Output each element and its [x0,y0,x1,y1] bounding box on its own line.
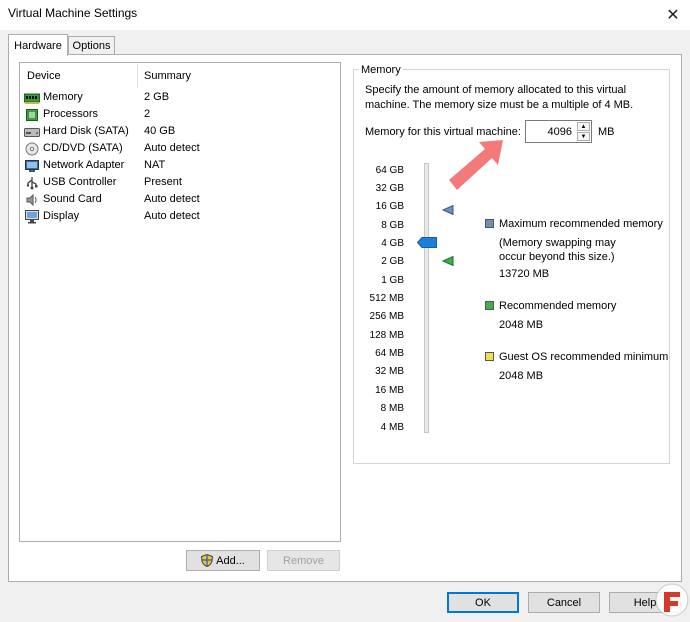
max-recommended-note: (Memory swapping may occur beyond this s… [499,237,616,263]
device-summary: Present [144,176,182,188]
max-recommended-marker-icon [441,204,454,216]
slider-tick-label: 16 GB [375,201,404,212]
device-name: Memory [43,91,83,103]
memory-slider-track[interactable] [424,163,429,433]
usb-icon [24,176,40,190]
slider-tick-label: 16 MB [375,385,404,396]
slider-tick-label: 4 GB [381,238,404,249]
watermark-logo-icon [650,578,690,619]
column-divider[interactable] [137,64,138,88]
annotation-arrow-icon [445,138,507,194]
column-header-device[interactable]: Device [27,70,61,82]
memory-description: Specify the amount of memory allocated t… [365,84,634,111]
slider-tick-label: 512 MB [369,293,404,304]
device-summary: NAT [144,159,166,171]
processor-icon [24,108,40,122]
memory-slider-thumb[interactable] [416,237,437,248]
caret-up-icon: ▲ [580,123,587,130]
column-header-summary[interactable]: Summary [144,70,191,82]
guest-min-value: 2048 MB [499,370,544,382]
sound-card-icon [24,193,40,207]
device-name: Processors [43,108,99,120]
display-icon [24,210,40,224]
cd-dvd-icon [24,142,40,156]
recommended-marker-icon [441,255,454,267]
slider-tick-label: 8 MB [380,403,404,414]
slider-tick-label: 64 MB [375,348,404,359]
memory-icon [24,91,40,105]
guest-min-swatch [485,352,494,361]
device-name: Network Adapter [43,159,125,171]
slider-tick-label: 4 MB [380,422,404,433]
slider-tick-label: 8 GB [381,220,404,231]
slider-tick-label: 32 MB [375,366,404,377]
close-button[interactable]: ✕ [656,0,690,30]
device-row-network-adapter[interactable]: Network Adapter NAT [24,158,324,175]
network-adapter-icon [24,159,40,173]
device-row-memory[interactable]: Memory 2 GB [24,90,324,107]
close-icon: ✕ [666,7,680,24]
max-recommended-value: 13720 MB [499,268,550,280]
memory-input[interactable] [526,121,574,142]
slider-tick-label: 2 GB [381,256,404,267]
guest-min-title: Guest OS recommended minimum [499,351,669,363]
cancel-button[interactable]: Cancel [528,592,600,613]
tab-hardware[interactable]: Hardware [8,34,68,56]
device-summary: Auto detect [144,193,200,205]
recommended-title: Recommended memory [499,300,617,312]
device-summary: Auto detect [144,210,200,222]
slider-tick-label: 128 MB [369,330,404,341]
max-recommended-title: Maximum recommended memory [499,218,663,230]
slider-tick-label: 1 GB [381,275,404,286]
device-name: CD/DVD (SATA) [43,142,123,154]
memory-group-label: Memory [359,64,403,76]
device-name: Display [43,210,80,222]
device-row-sound-card[interactable]: Sound Card Auto detect [24,192,324,209]
device-row-hard-disk[interactable]: Hard Disk (SATA) 40 GB [24,124,324,141]
memory-stepper[interactable]: ▲ ▼ [525,120,592,143]
device-summary: 40 GB [144,125,176,137]
device-summary: 2 [144,108,151,120]
add-device-button[interactable]: Add... [186,550,260,571]
slider-tick-label: 32 GB [375,183,404,194]
memory-unit: MB [598,126,615,138]
device-name: Sound Card [43,193,102,205]
shield-icon [201,554,214,567]
device-name: USB Controller [43,176,117,188]
device-row-processors[interactable]: Processors 2 [24,107,324,124]
caret-down-icon: ▼ [580,133,587,140]
window-title: Virtual Machine Settings [8,6,138,20]
device-row-usb-controller[interactable]: USB Controller Present [24,175,324,192]
spin-up-button[interactable]: ▲ [577,122,590,131]
ok-button[interactable]: OK [447,592,519,613]
remove-device-button[interactable]: Remove [267,550,340,571]
device-summary: 2 GB [144,91,170,103]
device-row-cd-dvd[interactable]: CD/DVD (SATA) Auto detect [24,141,324,158]
slider-tick-label: 64 GB [375,165,404,176]
device-row-display[interactable]: Display Auto detect [24,209,324,226]
device-summary: Auto detect [144,142,200,154]
add-button-label: Add... [216,554,245,567]
tab-options[interactable]: Options [68,36,115,56]
slider-tick-label: 256 MB [369,311,404,322]
memory-field-label: Memory for this virtual machine: [365,126,521,138]
spin-down-button[interactable]: ▼ [577,132,590,141]
recommended-swatch [485,301,494,310]
max-recommended-swatch [485,219,494,228]
recommended-value: 2048 MB [499,319,544,331]
device-name: Hard Disk (SATA) [43,125,129,137]
hard-disk-icon [24,125,40,139]
